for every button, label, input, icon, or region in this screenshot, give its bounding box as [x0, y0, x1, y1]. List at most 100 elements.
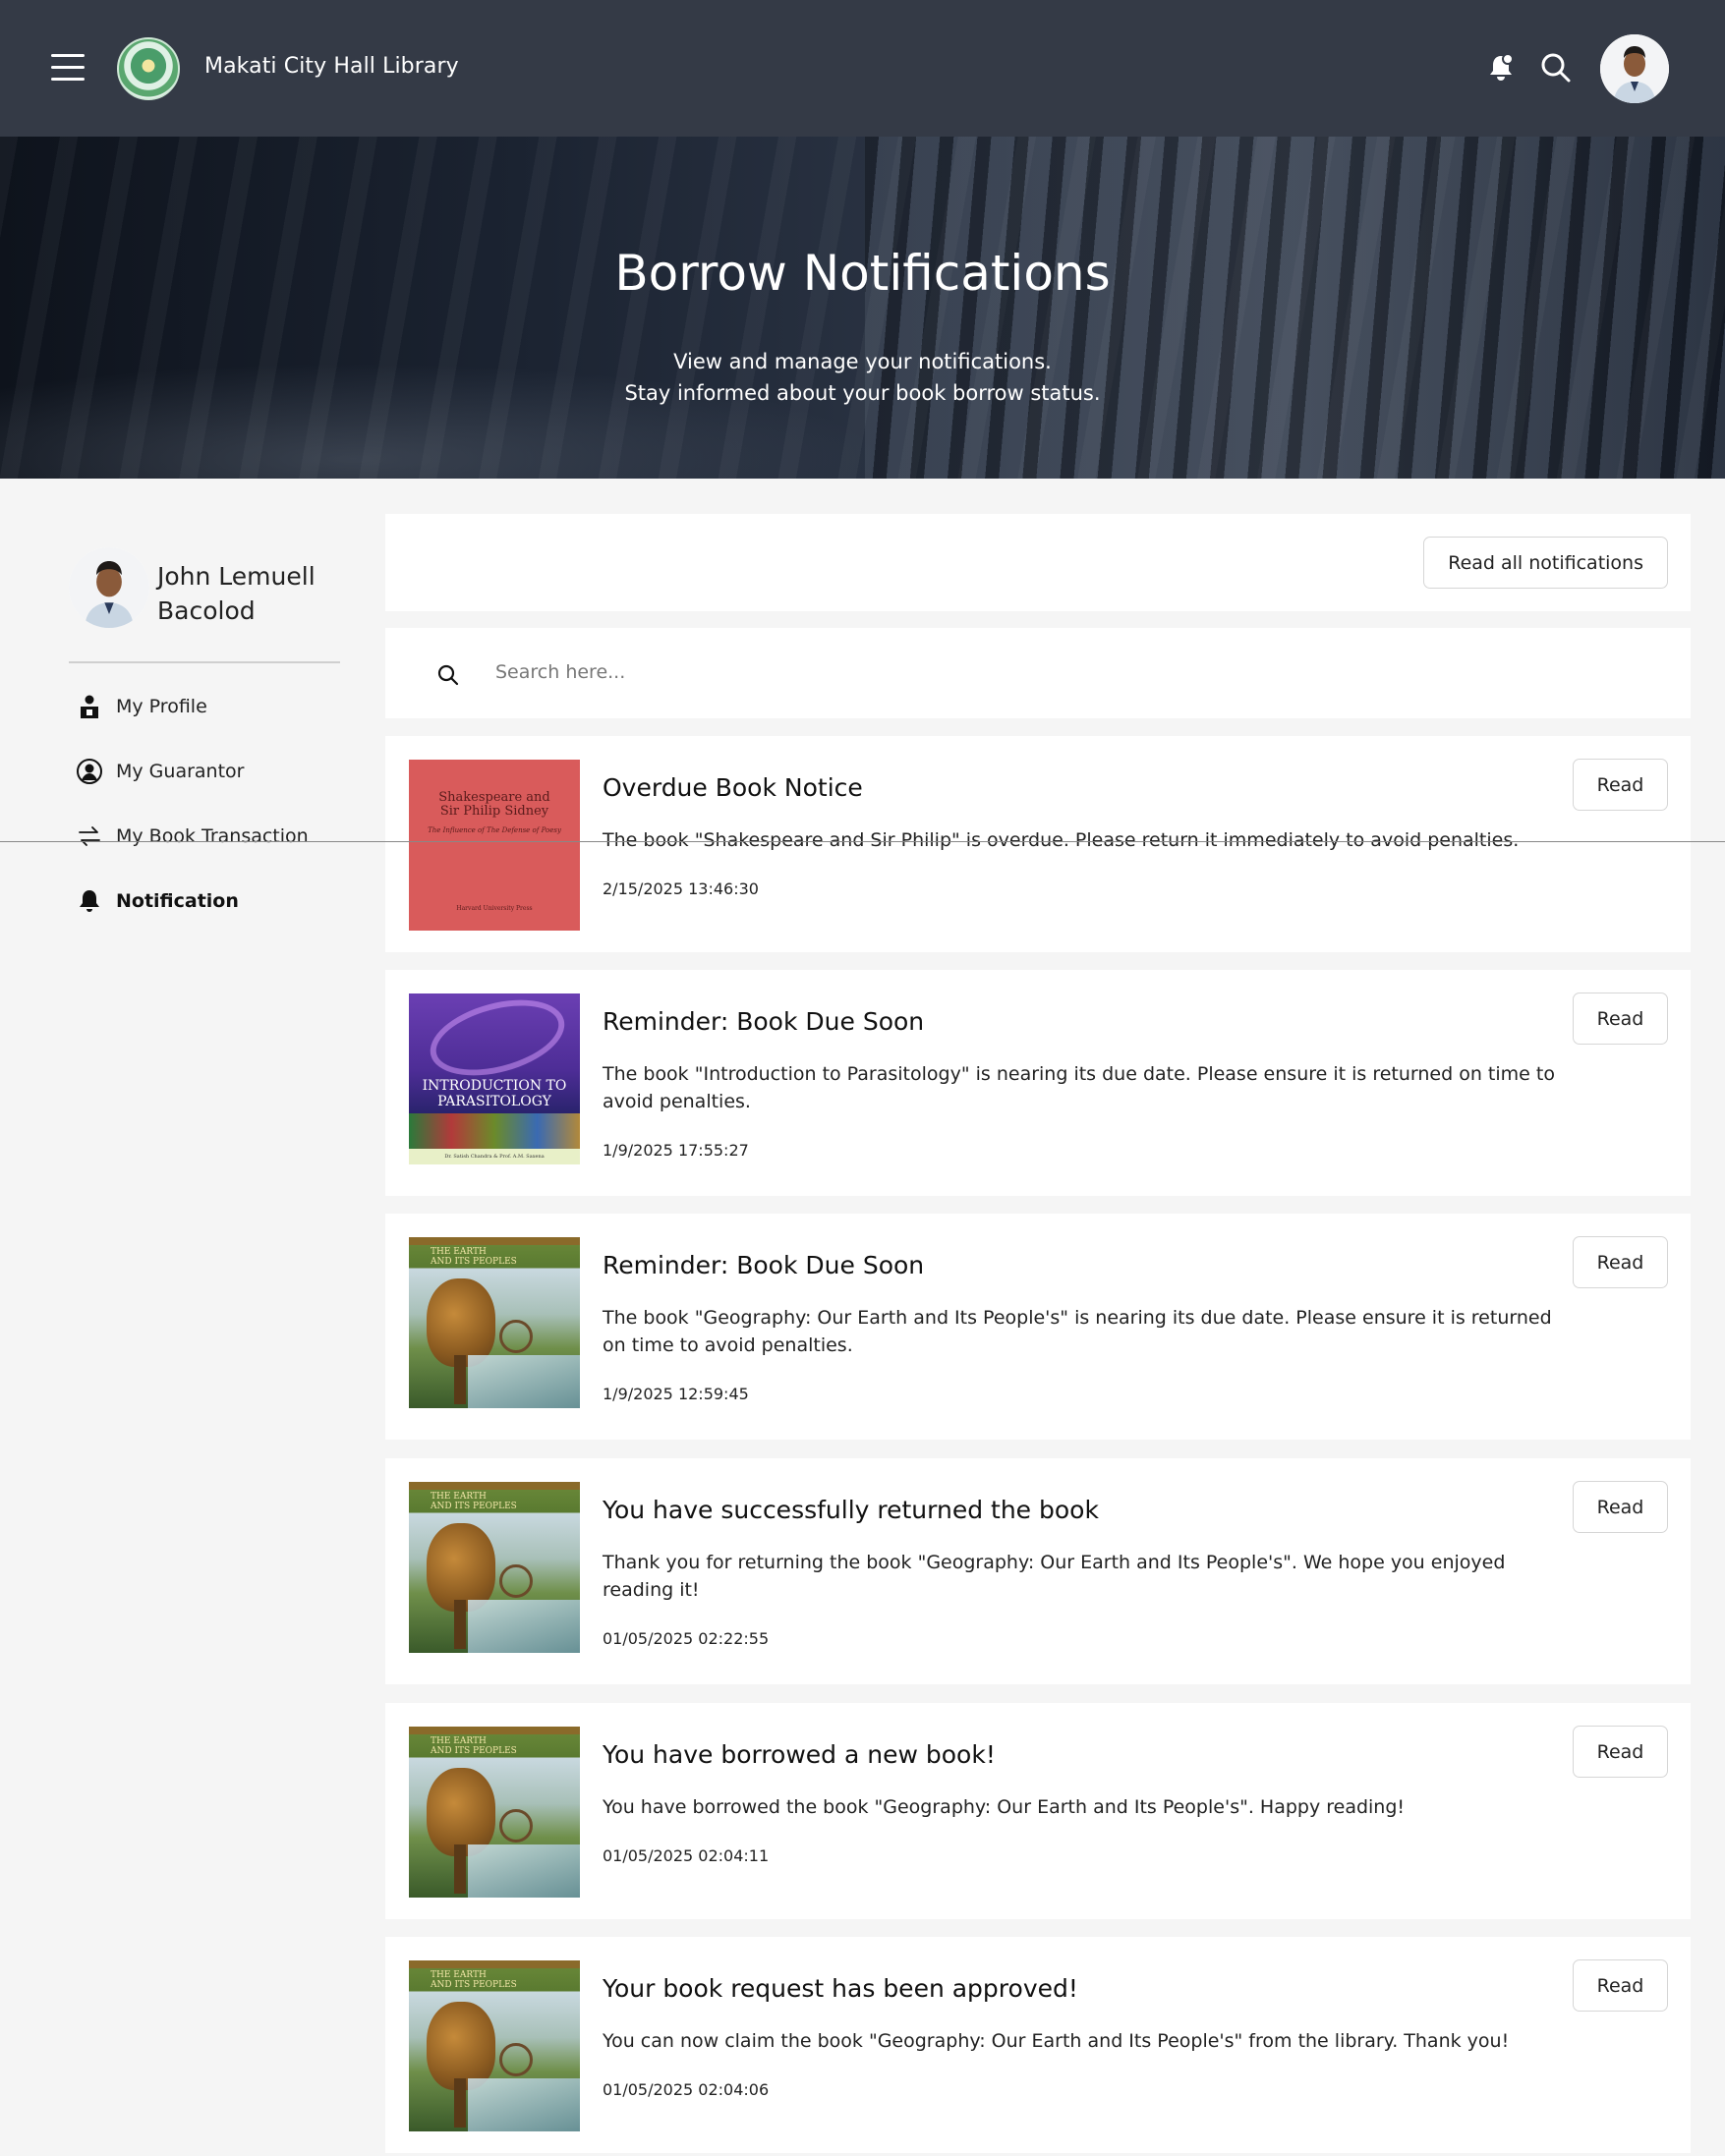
cover-art: [468, 1600, 580, 1653]
read-button[interactable]: Read: [1573, 1959, 1668, 2012]
cover-art-strip: [409, 1113, 580, 1149]
cover-title: THE EARTH AND ITS PEOPLES: [431, 1492, 517, 1511]
read-button[interactable]: Read: [1573, 993, 1668, 1045]
sidebar-item-my-guarantor[interactable]: My Guarantor: [75, 755, 340, 788]
notification-title: Reminder: Book Due Soon: [603, 1007, 925, 1036]
cover-title: Shakespeare and Sir Philip Sidney: [438, 790, 550, 819]
notification-time: 1/9/2025 17:55:27: [603, 1141, 749, 1160]
sidebar-item-my-profile[interactable]: My Profile: [75, 690, 340, 723]
notification-title: Reminder: Book Due Soon: [603, 1251, 925, 1279]
read-button[interactable]: Read: [1573, 1481, 1668, 1533]
notification-message: The book "Shakespeare and Sir Philip" is…: [603, 829, 1520, 851]
sidebar-user-name: John Lemuell Bacolod: [157, 562, 316, 625]
notification-title: You have successfully returned the book: [603, 1496, 1099, 1524]
book-cover: Shakespeare and Sir Philip Sidney The In…: [409, 760, 580, 931]
notification-time: 01/05/2025 02:04:11: [603, 1846, 770, 1865]
bell-icon[interactable]: [1484, 51, 1518, 85]
cover-footer: Dr. Satish Chandra & Prof. A.M. Saxena: [409, 1149, 580, 1164]
cover-art: [454, 2078, 466, 2128]
cover-art: [499, 2043, 533, 2076]
notification-time: 01/05/2025 02:04:06: [603, 2080, 770, 2099]
sidebar-item-notification[interactable]: Notification: [75, 884, 340, 918]
read-all-bar: Read all notifications: [385, 514, 1691, 611]
notification-card[interactable]: Shakespeare and Sir Philip Sidney The In…: [385, 736, 1691, 952]
search-bar: [385, 628, 1691, 718]
notification-time: 01/05/2025 02:22:55: [603, 1629, 770, 1648]
page-subtitle: View and manage your notifications. Stay…: [0, 346, 1725, 409]
hero-banner: Borrow Notifications View and manage you…: [0, 137, 1725, 479]
book-cover: THE EARTH AND ITS PEOPLES: [409, 1482, 580, 1653]
cover-art: [422, 993, 573, 1089]
sidebar-divider: [69, 661, 340, 663]
notification-card[interactable]: INTRODUCTION TO PARASITOLOGY Dr. Satish …: [385, 970, 1691, 1196]
cover-art: [454, 1844, 466, 1894]
sidebar-item-label: My Profile: [116, 696, 207, 717]
search-icon: [436, 663, 460, 687]
cover-title: THE EARTH AND ITS PEOPLES: [431, 1970, 517, 1990]
notification-card[interactable]: THE EARTH AND ITS PEOPLES Reminder: Book…: [385, 1214, 1691, 1440]
cover-band: [409, 1727, 580, 1734]
profile-icon: [75, 692, 104, 721]
subtitle-line-2: Stay informed about your book borrow sta…: [624, 381, 1101, 405]
read-button[interactable]: Read: [1573, 759, 1668, 811]
subtitle-line-1: View and manage your notifications.: [673, 350, 1052, 373]
cover-art: [468, 1355, 580, 1408]
notification-card[interactable]: THE EARTH AND ITS PEOPLES You have borro…: [385, 1703, 1691, 1919]
sidebar-avatar: [69, 547, 149, 628]
cover-art: [427, 1278, 495, 1367]
page-title: Borrow Notifications: [614, 245, 1111, 302]
cover-footer: Harvard University Press: [456, 905, 533, 912]
sidebar-item-label: Notification: [116, 890, 239, 912]
cover-title: INTRODUCTION TO PARASITOLOGY: [422, 1078, 567, 1109]
notification-title: Your book request has been approved!: [603, 1974, 1078, 2003]
user-avatar[interactable]: [1600, 34, 1669, 103]
menu-icon[interactable]: [51, 54, 85, 82]
cover-art: [454, 1355, 466, 1404]
notification-time: 2/15/2025 13:46:30: [603, 879, 759, 898]
notification-title: You have borrowed a new book!: [603, 1740, 996, 1769]
cover-art: [468, 1844, 580, 1898]
cover-band: [409, 1960, 580, 1968]
notification-time: 1/9/2025 12:59:45: [603, 1385, 749, 1403]
notification-title: Overdue Book Notice: [603, 773, 863, 802]
guide-line: [0, 841, 1725, 842]
book-cover: INTRODUCTION TO PARASITOLOGY Dr. Satish …: [409, 993, 580, 1164]
app-title[interactable]: Makati City Hall Library: [204, 54, 459, 79]
cover-title: THE EARTH AND ITS PEOPLES: [431, 1247, 517, 1267]
library-logo[interactable]: [117, 37, 180, 100]
cover-art: [427, 1768, 495, 1856]
transaction-icon: [75, 822, 104, 851]
book-cover: THE EARTH AND ITS PEOPLES: [409, 1960, 580, 2131]
book-cover: THE EARTH AND ITS PEOPLES: [409, 1237, 580, 1408]
guarantor-icon: [75, 757, 104, 786]
notification-card[interactable]: THE EARTH AND ITS PEOPLES Your book requ…: [385, 1937, 1691, 2153]
sidebar-item-my-book-transaction[interactable]: My Book Transaction: [75, 820, 340, 853]
top-navbar: Makati City Hall Library: [0, 0, 1725, 137]
notification-message: Thank you for returning the book "Geogra…: [603, 1552, 1506, 1601]
notification-message: The book "Geography: Our Earth and Its P…: [603, 1307, 1552, 1356]
notification-message: You can now claim the book "Geography: O…: [603, 2030, 1510, 2052]
notification-message: The book "Introduction to Parasitology" …: [603, 1063, 1555, 1112]
sidebar-item-label: My Guarantor: [116, 761, 245, 782]
cover-art: [427, 2002, 495, 2090]
cover-band: [409, 1482, 580, 1490]
cover-art: [499, 1320, 533, 1353]
bell-icon: [75, 886, 104, 916]
cover-art: [468, 2078, 580, 2131]
read-button[interactable]: Read: [1573, 1726, 1668, 1778]
cover-art: [427, 1523, 495, 1612]
notification-card[interactable]: THE EARTH AND ITS PEOPLES You have succe…: [385, 1458, 1691, 1684]
cover-title: THE EARTH AND ITS PEOPLES: [431, 1736, 517, 1756]
cover-art: [499, 1809, 533, 1843]
cover-band: [409, 1237, 580, 1245]
book-cover: THE EARTH AND ITS PEOPLES: [409, 1727, 580, 1898]
search-input[interactable]: [495, 650, 1655, 695]
cover-subtitle: The Influence of The Defense of Poesy: [428, 826, 561, 834]
cover-art: [454, 1600, 466, 1649]
notification-message: You have borrowed the book "Geography: O…: [603, 1796, 1406, 1818]
read-all-button[interactable]: Read all notifications: [1423, 537, 1668, 589]
cover-art: [499, 1564, 533, 1598]
sidebar-item-label: My Book Transaction: [116, 825, 309, 847]
search-icon[interactable]: [1539, 51, 1573, 85]
read-button[interactable]: Read: [1573, 1236, 1668, 1288]
